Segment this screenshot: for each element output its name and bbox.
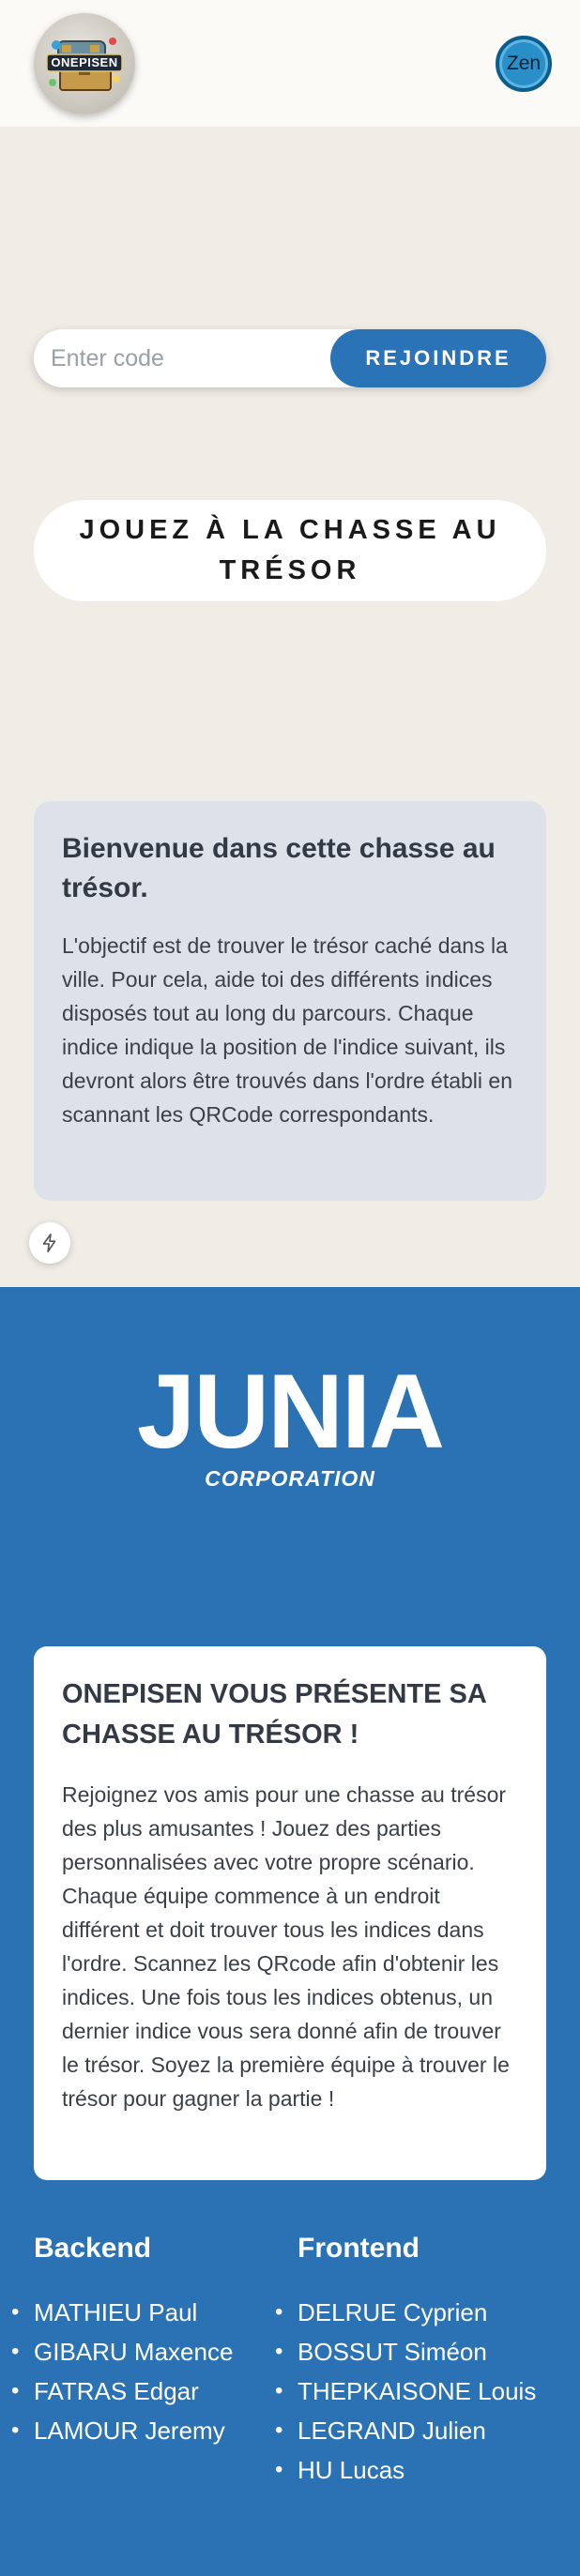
welcome-card: Bienvenue dans cette chasse au trésor. L… — [34, 801, 546, 1201]
list-item: LAMOUR Jeremy — [11, 2411, 233, 2450]
zen-label: Zen — [506, 53, 542, 74]
header: ONEPISEN Zen — [0, 0, 580, 127]
backend-title: Backend — [34, 2233, 152, 2264]
play-label: JOUEZ À LA CHASSE AU TRÉSOR — [79, 515, 501, 585]
promo-card: ONEPISEN VOUS PRÉSENTE SA CHASSE AU TRÉS… — [34, 1646, 546, 2180]
list-item: MATHIEU Paul — [11, 2293, 233, 2332]
list-item: DELRUE Cyprien — [275, 2293, 536, 2332]
logo-text: ONEPISEN — [51, 55, 118, 69]
welcome-title: Bienvenue dans cette chasse au trésor. — [62, 833, 496, 903]
list-item: GIBARU Maxence — [11, 2332, 233, 2371]
frontend-title: Frontend — [298, 2233, 420, 2264]
backend-list: MATHIEU Paul GIBARU Maxence FATRAS Edgar… — [11, 2293, 233, 2450]
promo-body: Rejoignez vos amis pour une chasse au tr… — [62, 1782, 510, 2111]
bolt-button[interactable] — [29, 1222, 70, 1264]
onepisen-logo[interactable]: ONEPISEN — [34, 13, 135, 114]
brand-name: JUNIA — [136, 1353, 445, 1470]
list-item: THEPKAISONE Louis — [275, 2371, 536, 2411]
frontend-list: DELRUE Cyprien BOSSUT Siméon THEPKAISONE… — [275, 2293, 536, 2490]
welcome-body: L'objectif est de trouver le trésor cach… — [62, 933, 512, 1127]
promo-title: ONEPISEN VOUS PRÉSENTE SA CHASSE AU TRÉS… — [62, 1679, 486, 1750]
backend-team: Backend MATHIEU Paul GIBARU Maxence FATR… — [11, 2233, 233, 2450]
list-item: FATRAS Edgar — [11, 2371, 233, 2411]
list-item: LEGRAND Julien — [275, 2411, 536, 2450]
frontend-team: Frontend DELRUE Cyprien BOSSUT Siméon TH… — [275, 2233, 536, 2490]
list-item: HU Lucas — [275, 2450, 536, 2490]
join-form: REJOINDRE — [34, 329, 546, 387]
join-button[interactable]: REJOINDRE — [330, 329, 546, 387]
brand-subtitle: CORPORATION — [205, 1466, 375, 1491]
list-item: BOSSUT Siméon — [275, 2332, 536, 2371]
code-input[interactable] — [34, 329, 343, 387]
zen-button[interactable]: Zen — [496, 36, 552, 92]
play-treasure-hunt-button[interactable]: JOUEZ À LA CHASSE AU TRÉSOR — [34, 500, 546, 601]
lightning-bolt-icon — [42, 1234, 56, 1252]
